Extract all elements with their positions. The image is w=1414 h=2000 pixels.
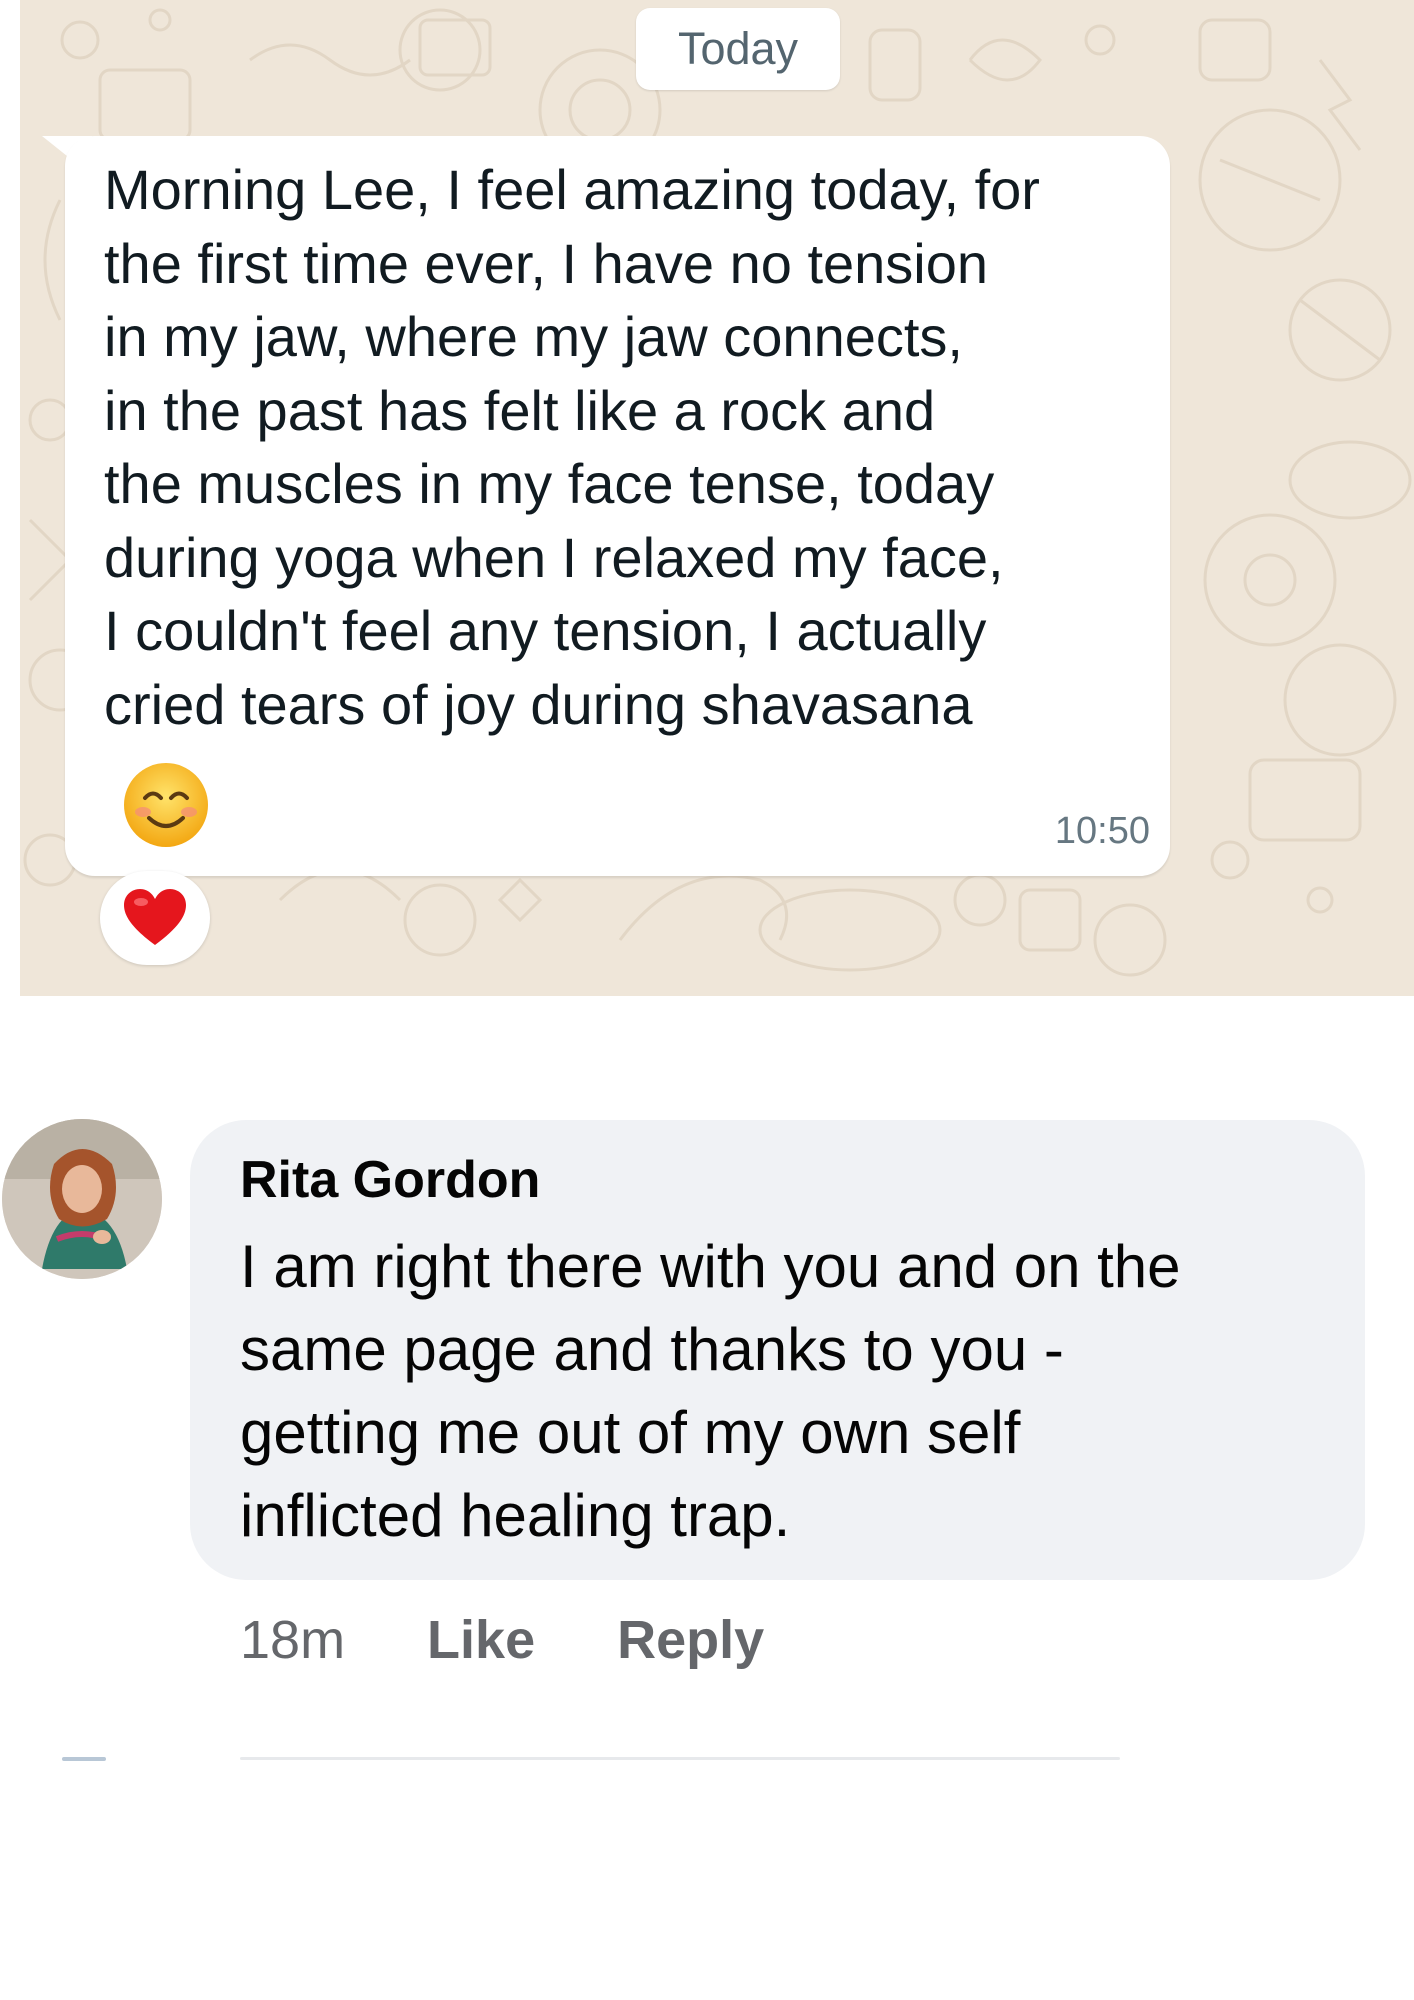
next-comment-edge bbox=[240, 1757, 1120, 1760]
comment-timestamp[interactable]: 18m bbox=[240, 1609, 345, 1671]
message-time: 10:50 bbox=[1054, 810, 1150, 852]
red-heart-icon bbox=[124, 889, 186, 945]
comment-text: I am right there with you and on the sam… bbox=[240, 1233, 1181, 1549]
date-separator: Today bbox=[636, 8, 840, 90]
next-comment-avatar-edge bbox=[62, 1757, 106, 1761]
reply-button[interactable]: Reply bbox=[617, 1609, 764, 1671]
like-button[interactable]: Like bbox=[427, 1609, 535, 1671]
user-photo bbox=[2, 1119, 162, 1279]
message-text: Morning Lee, I feel amazing today, for t… bbox=[104, 158, 1040, 736]
comment-actions: 18m Like Reply bbox=[240, 1605, 764, 1675]
message-reaction[interactable] bbox=[100, 871, 210, 965]
avatar[interactable] bbox=[2, 1119, 162, 1279]
smiling-face-icon bbox=[124, 763, 208, 847]
comment-author[interactable]: Rita Gordon bbox=[240, 1150, 540, 1210]
